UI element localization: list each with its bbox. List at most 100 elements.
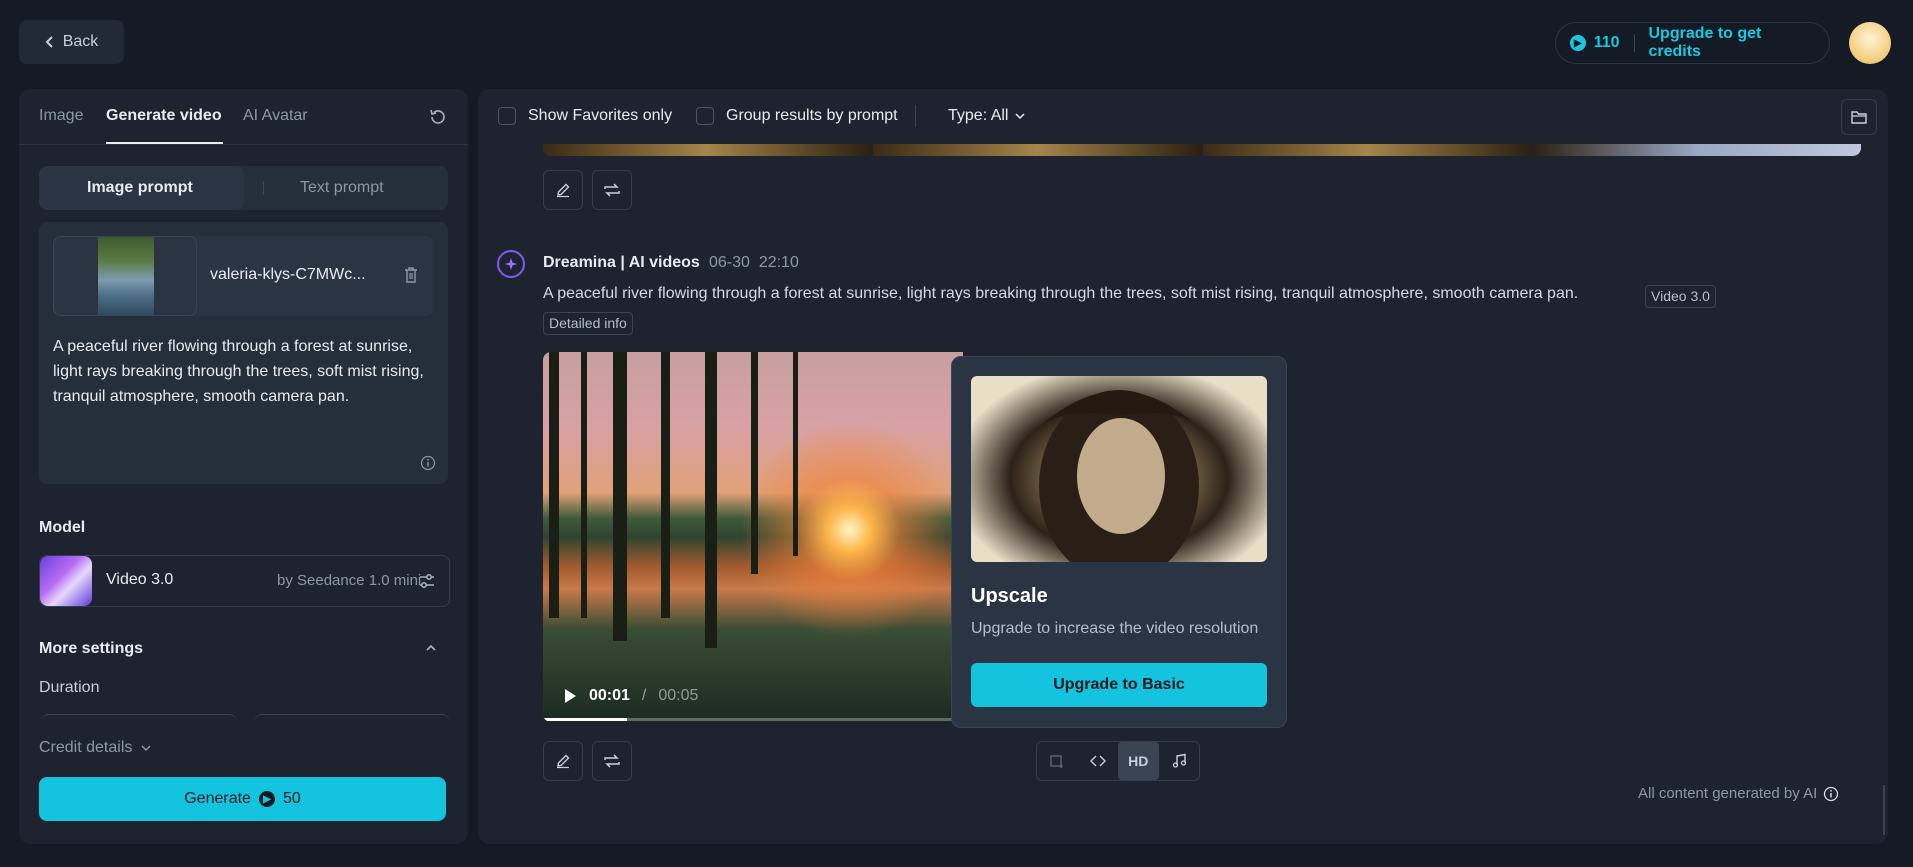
text-prompt-option[interactable]: Text prompt bbox=[300, 179, 384, 197]
back-button[interactable]: Back bbox=[19, 20, 124, 64]
current-time: 00:01 bbox=[589, 687, 630, 704]
play-icon[interactable] bbox=[563, 688, 577, 704]
disclaimer-text: All content generated by AI bbox=[1638, 785, 1818, 802]
regenerate-button[interactable] bbox=[592, 170, 632, 210]
upscale-title: Upscale bbox=[971, 585, 1048, 607]
group-label[interactable]: Group results by prompt bbox=[726, 107, 898, 125]
result-thumbnail[interactable] bbox=[873, 144, 1201, 156]
message-author: Dreamina | AI videos bbox=[543, 254, 700, 271]
generate-cost: 50 bbox=[282, 790, 301, 807]
interpolate-button[interactable] bbox=[1078, 742, 1119, 780]
music-note-icon bbox=[1172, 753, 1186, 768]
reference-image-row: valeria-klys-C7MWc... bbox=[53, 236, 434, 316]
chevron-up-icon[interactable] bbox=[424, 641, 438, 655]
repeat-icon bbox=[604, 183, 620, 197]
model-thumbnail bbox=[40, 556, 92, 606]
model-heading: Model bbox=[39, 519, 86, 536]
credit-count: 110 bbox=[1593, 34, 1620, 51]
upgrade-to-basic-button[interactable]: Upgrade to Basic bbox=[971, 663, 1267, 707]
credit-coin-icon: ▶ bbox=[258, 791, 275, 807]
generate-panel: Image Generate video AI Avatar Image pro… bbox=[19, 89, 468, 844]
duration-option[interactable] bbox=[41, 714, 237, 724]
type-dropdown[interactable]: Type: All bbox=[948, 107, 1026, 125]
trash-icon[interactable] bbox=[402, 266, 420, 284]
upscale-preview-image bbox=[971, 376, 1267, 562]
extend-button[interactable] bbox=[1037, 742, 1078, 780]
scrollbar[interactable] bbox=[1883, 785, 1885, 835]
image-prompt-option[interactable]: Image prompt bbox=[87, 179, 193, 197]
folder-icon bbox=[1851, 111, 1867, 124]
model-provider: by Seedance 1.0 mini bbox=[277, 572, 422, 589]
result-thumbnail[interactable] bbox=[1533, 144, 1861, 156]
edit-button[interactable] bbox=[543, 741, 583, 781]
detailed-info-chip[interactable]: Detailed info bbox=[543, 312, 633, 335]
version-chip: Video 3.0 bbox=[1645, 285, 1716, 308]
message-time: 22:10 bbox=[758, 254, 799, 271]
tab-ai-avatar[interactable]: AI Avatar bbox=[243, 107, 308, 125]
prompt-textarea[interactable]: A peaceful river flowing through a fores… bbox=[53, 334, 433, 409]
diamond-code-icon bbox=[1089, 755, 1106, 767]
video-progress-bar[interactable] bbox=[543, 718, 963, 721]
message-prompt: A peaceful river flowing through a fores… bbox=[543, 285, 1579, 302]
info-icon[interactable] bbox=[1823, 786, 1839, 802]
more-settings-heading[interactable]: More settings bbox=[39, 640, 143, 658]
chevron-down-icon bbox=[1015, 113, 1026, 120]
prompt-box: valeria-klys-C7MWc... A peaceful river f… bbox=[39, 222, 448, 484]
upscale-description: Upgrade to increase the video resolution bbox=[971, 620, 1259, 637]
mode-tabs: Image Generate video AI Avatar bbox=[19, 89, 468, 145]
upscale-popover: Upscale Upgrade to increase the video re… bbox=[951, 356, 1287, 728]
duration-option[interactable] bbox=[254, 714, 450, 724]
tree-silhouette bbox=[581, 352, 587, 619]
tree-silhouette bbox=[751, 352, 758, 574]
top-bar: Back ▶ 110 Upgrade to get credits bbox=[0, 0, 1913, 88]
reference-image bbox=[98, 237, 154, 315]
hd-upscale-button[interactable]: HD bbox=[1118, 742, 1159, 780]
divider bbox=[263, 181, 264, 195]
generate-label: Generate bbox=[184, 790, 251, 807]
credit-details-label: Credit details bbox=[39, 739, 133, 756]
back-label: Back bbox=[62, 33, 99, 50]
info-icon[interactable] bbox=[420, 455, 436, 471]
dreamina-logo-icon bbox=[497, 250, 525, 278]
credit-details-toggle[interactable]: Credit details bbox=[39, 739, 152, 757]
model-name: Video 3.0 bbox=[106, 571, 174, 588]
tree-silhouette bbox=[793, 352, 798, 556]
time-separator: / bbox=[641, 687, 647, 704]
previous-result-strip bbox=[543, 144, 1861, 156]
sliders-icon[interactable] bbox=[417, 571, 437, 591]
group-checkbox[interactable] bbox=[696, 107, 714, 125]
message-date: 06-30 bbox=[709, 254, 750, 271]
favorites-label[interactable]: Show Favorites only bbox=[528, 107, 672, 125]
edit-button[interactable] bbox=[543, 170, 583, 210]
progress-fill bbox=[543, 718, 627, 721]
result-thumbnail[interactable] bbox=[543, 144, 871, 156]
video-tools: HD bbox=[1036, 741, 1200, 781]
upgrade-credits-link[interactable]: Upgrade to get credits bbox=[1648, 25, 1815, 61]
reference-thumbnail[interactable] bbox=[53, 236, 197, 316]
add-audio-button[interactable] bbox=[1159, 742, 1200, 780]
result-thumbnail[interactable] bbox=[1203, 144, 1531, 156]
message-timestamp: 06-30 22:10 bbox=[709, 254, 799, 272]
folder-button[interactable] bbox=[1841, 99, 1877, 135]
favorites-checkbox[interactable] bbox=[498, 107, 516, 125]
tree-silhouette bbox=[549, 352, 559, 619]
pencil-icon bbox=[557, 183, 570, 198]
filter-bar: Show Favorites only Group results by pro… bbox=[478, 89, 1888, 144]
generate-button[interactable]: Generate ▶ 50 bbox=[39, 777, 446, 821]
prompt-mode-toggle: Image prompt Text prompt bbox=[39, 166, 448, 210]
divider bbox=[1633, 34, 1635, 52]
type-dropdown-label: Type: All bbox=[948, 107, 1009, 124]
video-player[interactable]: 00:01 / 00:05 bbox=[543, 352, 963, 722]
tab-generate-video[interactable]: Generate video bbox=[106, 107, 222, 125]
video-controls: 00:01 / 00:05 bbox=[563, 687, 698, 705]
regenerate-button[interactable] bbox=[592, 741, 632, 781]
extend-frame-icon bbox=[1050, 755, 1064, 768]
total-time: 00:05 bbox=[658, 687, 699, 704]
avatar[interactable] bbox=[1849, 22, 1891, 64]
credits-pill: ▶ 110 Upgrade to get credits bbox=[1555, 22, 1830, 64]
reset-icon[interactable] bbox=[428, 107, 448, 127]
tab-image[interactable]: Image bbox=[39, 107, 83, 125]
results-panel: Show Favorites only Group results by pro… bbox=[478, 89, 1888, 844]
model-selector[interactable]: Video 3.0 by Seedance 1.0 mini bbox=[39, 555, 450, 607]
chevron-down-icon bbox=[141, 745, 151, 752]
